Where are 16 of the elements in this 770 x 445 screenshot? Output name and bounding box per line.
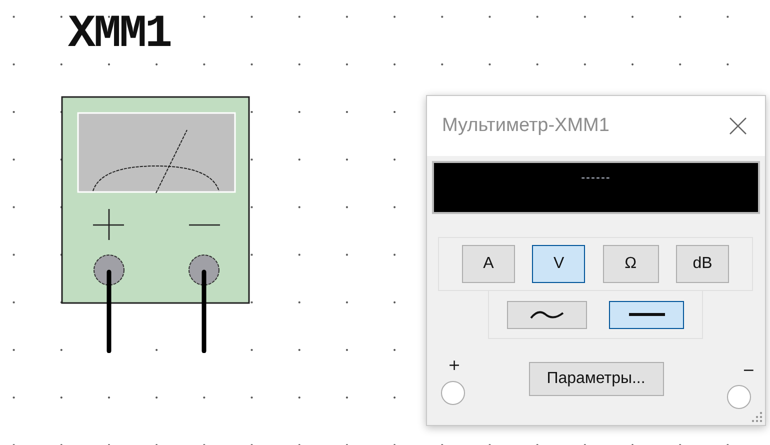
mode-button[interactable]: dB <box>676 245 729 283</box>
mode-button[interactable]: Ω <box>602 245 659 283</box>
terminal-sign: + <box>448 356 461 374</box>
close-icon[interactable] <box>729 117 747 135</box>
sine-wave-icon <box>529 308 565 320</box>
window-title: Мультиметр-XMM1 <box>442 115 610 137</box>
mode-button[interactable]: V <box>532 245 586 283</box>
component-label: XMM1 <box>68 8 170 60</box>
signal-type-button[interactable] <box>507 300 587 328</box>
signal-type-button[interactable] <box>609 300 684 328</box>
settings-button[interactable]: Параметры... <box>528 362 664 396</box>
resize-grip-icon[interactable] <box>751 411 763 423</box>
display-reading: ------ <box>581 171 611 184</box>
mode-button[interactable]: A <box>462 245 515 283</box>
terminal-sign: − <box>742 361 755 379</box>
dc-line-icon <box>628 312 664 316</box>
